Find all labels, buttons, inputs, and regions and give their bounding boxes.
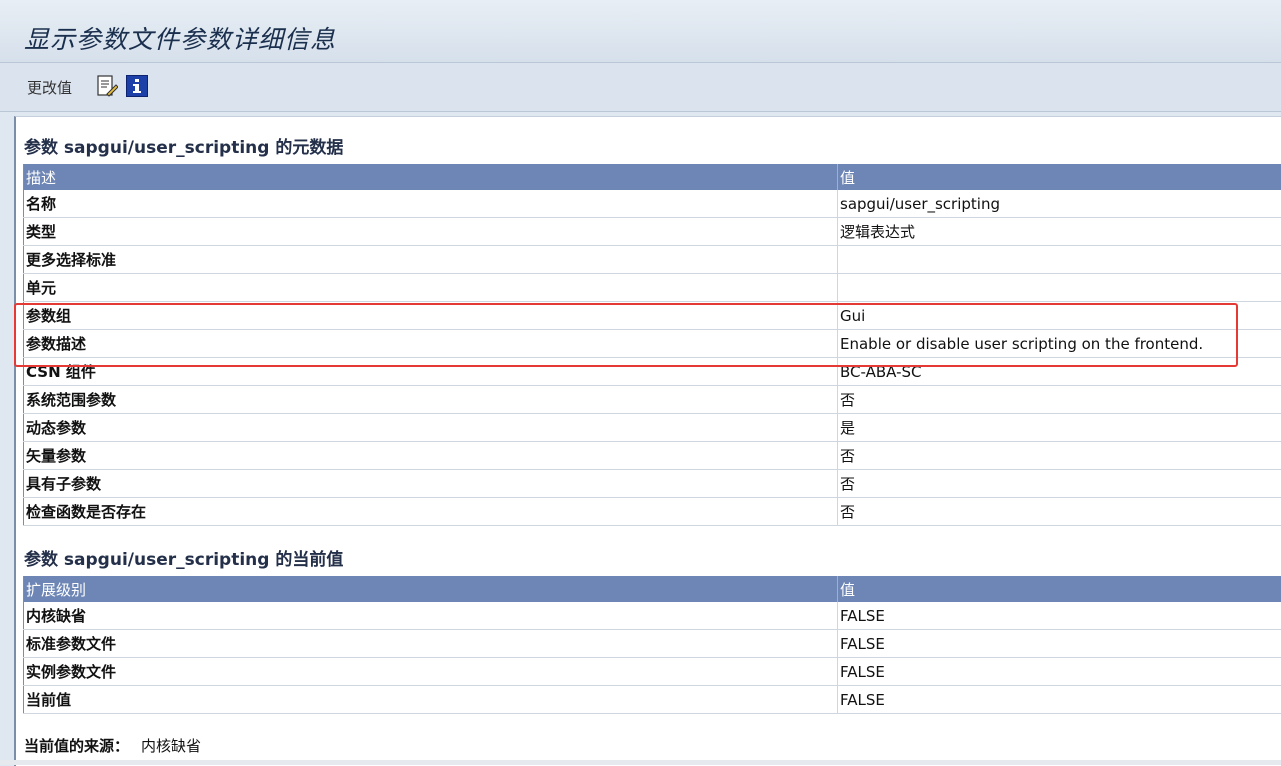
content-panel: 参数 sapgui/user_scripting 的元数据 描述 值 名称sap… <box>14 116 1281 766</box>
row-label: 单元 <box>24 274 838 302</box>
row-label: 标准参数文件 <box>24 630 838 658</box>
table-row[interactable]: 类型逻辑表达式 <box>24 218 1281 246</box>
row-value: 是 <box>838 414 1281 442</box>
row-label: 当前值 <box>24 686 838 714</box>
current-values-table: 扩展级别 值 内核缺省FALSE 标准参数文件FALSE 实例参数文件FALSE… <box>23 576 1281 714</box>
column-header-value[interactable]: 值 <box>838 164 1281 190</box>
row-value: FALSE <box>838 658 1281 686</box>
column-header-description[interactable]: 描述 <box>24 164 838 190</box>
table-row[interactable]: 标准参数文件FALSE <box>24 630 1281 658</box>
metadata-header-row: 描述 值 <box>24 164 1281 190</box>
row-value: 否 <box>838 498 1281 526</box>
row-value: FALSE <box>838 686 1281 714</box>
row-label: 动态参数 <box>24 414 838 442</box>
current-header-row: 扩展级别 值 <box>24 576 1281 602</box>
row-value: FALSE <box>838 602 1281 630</box>
row-label: 内核缺省 <box>24 602 838 630</box>
row-value: 否 <box>838 386 1281 414</box>
document-edit-icon[interactable] <box>96 75 118 97</box>
row-label: 名称 <box>24 190 838 218</box>
change-value-button[interactable]: 更改值 <box>27 77 72 98</box>
bottom-edge <box>0 760 1281 765</box>
row-value <box>838 246 1281 274</box>
page-title: 显示参数文件参数详细信息 <box>24 20 336 56</box>
metadata-section-title: 参数 sapgui/user_scripting 的元数据 <box>24 133 343 158</box>
row-label: 参数组 <box>24 302 838 330</box>
row-label: 实例参数文件 <box>24 658 838 686</box>
table-row[interactable]: 内核缺省FALSE <box>24 602 1281 630</box>
row-label: 参数描述 <box>24 330 838 358</box>
table-row[interactable]: 实例参数文件FALSE <box>24 658 1281 686</box>
row-value <box>838 274 1281 302</box>
row-value: 否 <box>838 470 1281 498</box>
toolbar: 更改值 <box>0 63 1281 112</box>
row-label: 具有子参数 <box>24 470 838 498</box>
current-values-section-title: 参数 sapgui/user_scripting 的当前值 <box>24 545 343 570</box>
row-value: Gui <box>838 302 1281 330</box>
table-row[interactable]: 更多选择标准 <box>24 246 1281 274</box>
row-label: 检查函数是否存在 <box>24 498 838 526</box>
table-row[interactable]: 动态参数是 <box>24 414 1281 442</box>
table-row[interactable]: 具有子参数否 <box>24 470 1281 498</box>
row-label: 系统范围参数 <box>24 386 838 414</box>
table-row[interactable]: 名称sapgui/user_scripting <box>24 190 1281 218</box>
source-label: 当前值的来源： <box>24 737 129 755</box>
info-icon[interactable] <box>126 75 148 97</box>
table-row[interactable]: 系统范围参数否 <box>24 386 1281 414</box>
table-row[interactable]: 检查函数是否存在否 <box>24 498 1281 526</box>
row-label: CSN 组件 <box>24 358 838 386</box>
row-label: 矢量参数 <box>24 442 838 470</box>
row-label: 类型 <box>24 218 838 246</box>
row-value: BC-ABA-SC <box>838 358 1281 386</box>
table-row[interactable]: 参数描述Enable or disable user scripting on … <box>24 330 1281 358</box>
row-value: 否 <box>838 442 1281 470</box>
source-value: 内核缺省 <box>141 737 201 755</box>
table-row[interactable]: 参数组Gui <box>24 302 1281 330</box>
row-value: Enable or disable user scripting on the … <box>838 330 1281 358</box>
table-row[interactable]: 当前值FALSE <box>24 686 1281 714</box>
row-label: 更多选择标准 <box>24 246 838 274</box>
column-header-value[interactable]: 值 <box>838 576 1281 602</box>
column-header-extension-level[interactable]: 扩展级别 <box>24 576 838 602</box>
current-value-source: 当前值的来源： 内核缺省 <box>24 735 201 756</box>
row-value: FALSE <box>838 630 1281 658</box>
row-value: 逻辑表达式 <box>838 218 1281 246</box>
table-row[interactable]: 矢量参数否 <box>24 442 1281 470</box>
table-row[interactable]: CSN 组件BC-ABA-SC <box>24 358 1281 386</box>
title-bar: 显示参数文件参数详细信息 <box>0 0 1281 63</box>
row-value: sapgui/user_scripting <box>838 190 1281 218</box>
metadata-table: 描述 值 名称sapgui/user_scripting 类型逻辑表达式 更多选… <box>23 164 1281 526</box>
table-row[interactable]: 单元 <box>24 274 1281 302</box>
